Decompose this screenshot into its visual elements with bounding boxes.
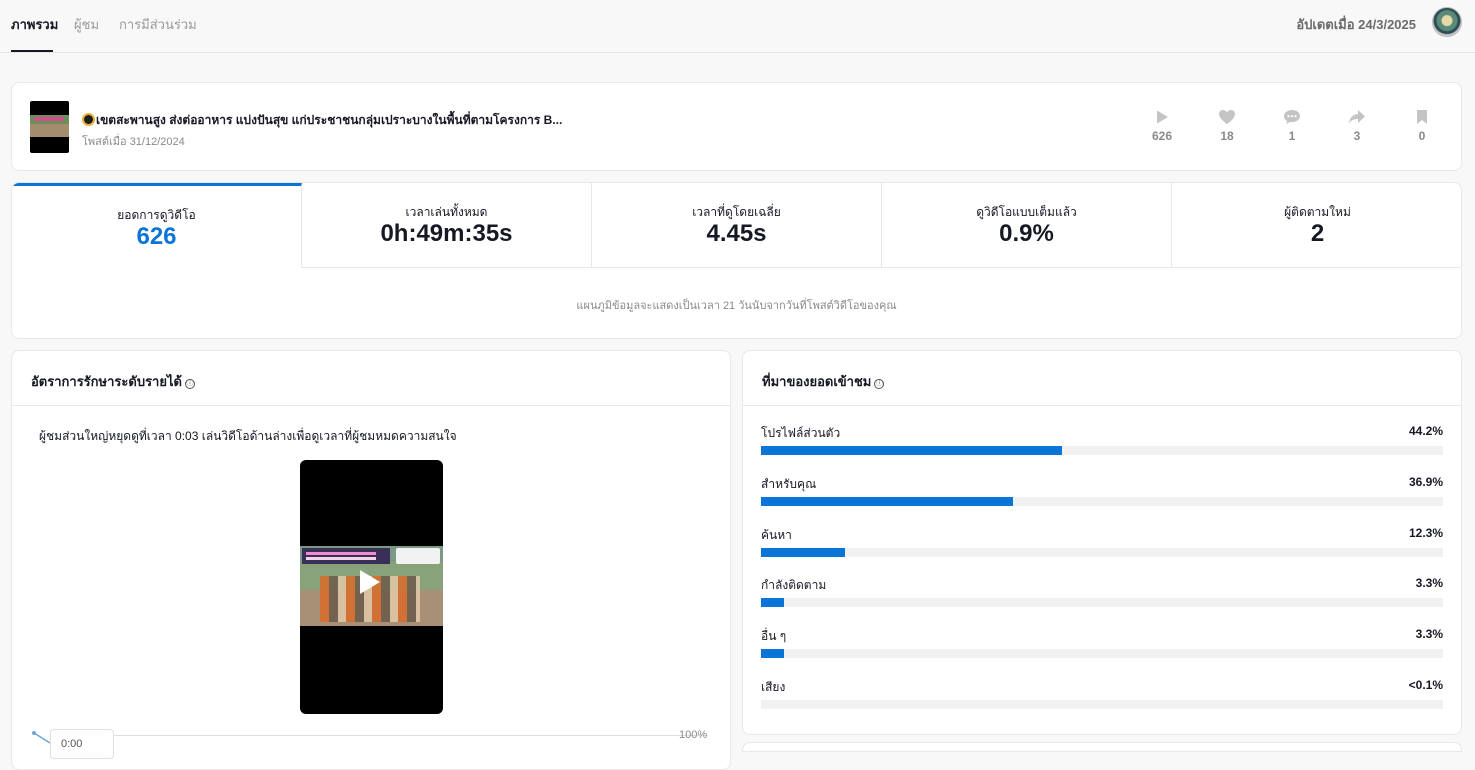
traffic-source-label: โปรไฟล์ส่วนตัว bbox=[761, 426, 841, 440]
traffic-source-bar-track bbox=[761, 496, 1443, 506]
traffic-source-bar-track bbox=[761, 547, 1443, 557]
metric-value: 1 bbox=[1288, 129, 1296, 143]
traffic-source-row: กำลังติดตาม 3.3% bbox=[761, 576, 1443, 616]
stat-total-play-time[interactable]: เวลาเล่นทั้งหมด 0h:49m:35s bbox=[302, 183, 592, 268]
active-tab-indicator bbox=[11, 50, 53, 52]
metric-shares: 3 bbox=[1337, 109, 1377, 143]
traffic-source-percent: 44.2% bbox=[1408, 424, 1443, 438]
traffic-source-bar-track bbox=[761, 700, 1443, 709]
time-tooltip: 0:00 bbox=[50, 729, 114, 759]
stat-value: 0.9% bbox=[999, 220, 1054, 247]
next-card-edge bbox=[742, 742, 1462, 752]
post-date: โพสต์เมื่อ 31/12/2024 bbox=[82, 136, 185, 148]
metric-value: 0 bbox=[1418, 129, 1426, 143]
traffic-source-bar-track bbox=[761, 649, 1443, 659]
traffic-source-label: สำหรับคุณ bbox=[761, 476, 817, 491]
post-thumbnail[interactable] bbox=[30, 101, 69, 153]
comment-icon bbox=[1284, 110, 1300, 124]
info-icon[interactable]: ⓘ bbox=[874, 379, 885, 389]
metric-value: 626 bbox=[1151, 129, 1173, 143]
traffic-source-label: เสียง bbox=[761, 680, 786, 694]
avatar[interactable] bbox=[1432, 7, 1462, 37]
stat-value: 4.45s bbox=[706, 220, 767, 247]
traffic-source-row: อื่น ๆ 3.3% bbox=[761, 627, 1443, 667]
traffic-source-bar-fill bbox=[761, 547, 845, 557]
retention-title: อัตราการรักษาระดับรายได้ ⓘ bbox=[31, 371, 195, 392]
post-title: เขตสะพานสูง ส่งต่ออาหาร แบ่งปันสุข แก่ปร… bbox=[82, 111, 562, 130]
traffic-source-percent: 3.3% bbox=[1415, 576, 1443, 591]
traffic-source-percent: 36.9% bbox=[1408, 474, 1443, 489]
traffic-source-percent: 12.3% bbox=[1408, 525, 1443, 540]
traffic-source-label: กำลังติดตาม bbox=[761, 578, 827, 593]
traffic-source-row: เสียง <0.1% bbox=[761, 678, 1443, 718]
stat-new-followers[interactable]: ผู้ติดตามใหม่ 2 bbox=[1172, 183, 1461, 268]
traffic-source-bar-fill bbox=[761, 446, 1062, 455]
video-player[interactable] bbox=[300, 460, 443, 714]
play-icon[interactable] bbox=[360, 570, 380, 594]
traffic-title-text: ที่มาของยอดเข้าชม bbox=[762, 374, 872, 389]
stat-average-watch-time[interactable]: เวลาที่ดูโดยเฉลี่ย 4.45s bbox=[592, 183, 882, 268]
district-crest-icon bbox=[82, 113, 95, 126]
metric-value: 18 bbox=[1220, 129, 1234, 143]
tab-audience[interactable]: ผู้ชม bbox=[74, 14, 99, 35]
metric-saves: 0 bbox=[1402, 109, 1442, 143]
traffic-source-bar-track bbox=[761, 446, 1443, 455]
metric-comments: 1 bbox=[1272, 109, 1312, 143]
metric-views: 626 bbox=[1142, 109, 1182, 143]
traffic-source-percent: 3.3% bbox=[1415, 627, 1443, 642]
play-icon bbox=[1157, 110, 1168, 124]
heart-icon bbox=[1219, 110, 1235, 124]
divider bbox=[12, 405, 730, 406]
stat-watched-full-video[interactable]: ดูวิดีโอแบบเต็มแล้ว 0.9% bbox=[882, 183, 1172, 268]
stat-value: 2 bbox=[1310, 220, 1325, 247]
retention-note: ผู้ชมส่วนใหญ่หยุดดูที่เวลา 0:03 เล่นวิดี… bbox=[39, 429, 457, 443]
metric-likes: 18 bbox=[1207, 109, 1247, 143]
retention-axis bbox=[52, 735, 708, 736]
traffic-source-row: สำหรับคุณ 36.9% bbox=[761, 475, 1443, 515]
post-summary-card: เขตสะพานสูง ส่งต่ออาหาร แบ่งปันสุข แก่ปร… bbox=[11, 82, 1462, 171]
traffic-source-bar-fill bbox=[761, 496, 1013, 506]
traffic-source-bar-track bbox=[761, 598, 1443, 608]
retention-title-text: อัตราการรักษาระดับรายได้ bbox=[31, 374, 182, 389]
traffic-source-percent: <0.1% bbox=[1408, 678, 1443, 692]
traffic-source-label: อื่น ๆ bbox=[761, 629, 787, 644]
traffic-source-bar-fill bbox=[761, 598, 784, 608]
traffic-source-row: โปรไฟล์ส่วนตัว 44.2% bbox=[761, 424, 1443, 464]
info-icon[interactable]: ⓘ bbox=[184, 379, 195, 389]
key-metrics-card: ยอดการดูวิดีโอ 626 เวลาเล่นทั้งหมด 0h:49… bbox=[11, 182, 1462, 339]
top-tab-bar: ภาพรวม ผู้ชม การมีส่วนร่วม อัปเดตเมื่อ 2… bbox=[0, 0, 1475, 53]
traffic-source-card: ที่มาของยอดเข้าชม ⓘ โปรไฟล์ส่วนตัว 44.2% สำ… bbox=[742, 350, 1462, 735]
retention-card: อัตราการรักษาระดับรายได้ ⓘ ผู้ชมส่วนใหญ่ห… bbox=[11, 350, 731, 770]
traffic-source-row: ค้นหา 12.3% bbox=[761, 526, 1443, 566]
stat-value: 626 bbox=[136, 223, 177, 250]
tab-engagement[interactable]: การมีส่วนร่วม bbox=[119, 14, 197, 35]
chart-period-note: แผนภูมิข้อมูลจะแสดงเป็นเวลา 21 วันนับจาก… bbox=[576, 300, 897, 312]
post-title-text: เขตสะพานสูง ส่งต่ออาหาร แบ่งปันสุข แก่ปร… bbox=[96, 113, 563, 127]
stat-video-views[interactable]: ยอดการดูวิดีโอ 626 bbox=[12, 183, 302, 268]
divider bbox=[743, 405, 1461, 406]
traffic-title: ที่มาของยอดเข้าชม ⓘ bbox=[762, 371, 885, 392]
axis-max-label: 100% bbox=[679, 729, 708, 741]
updated-date-label: อัปเดตเมื่อ 24/3/2025 bbox=[1296, 17, 1416, 32]
traffic-source-label: ค้นหา bbox=[761, 527, 792, 542]
traffic-source-bar-fill bbox=[761, 649, 784, 659]
stat-value: 0h:49m:35s bbox=[380, 220, 513, 247]
bookmark-icon bbox=[1417, 110, 1427, 124]
metric-value: 3 bbox=[1353, 129, 1361, 143]
share-icon bbox=[1349, 110, 1365, 124]
tab-overview[interactable]: ภาพรวม bbox=[11, 14, 58, 35]
